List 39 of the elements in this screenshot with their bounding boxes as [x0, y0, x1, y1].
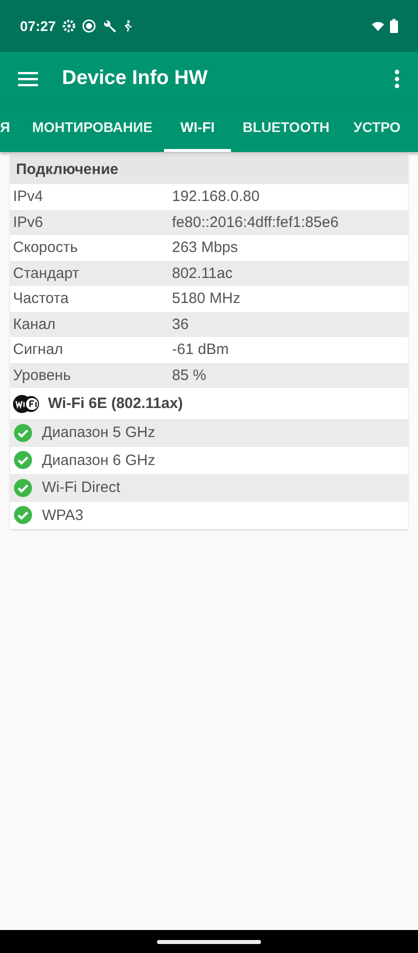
- feature-label: Диапазон 6 GHz: [42, 452, 156, 469]
- row-label: IPv4: [13, 188, 44, 206]
- row-label: Стандарт: [13, 264, 80, 282]
- section-header: Подключение: [10, 155, 408, 184]
- row-value: fe80::2016:4dff:fef1:85e6: [172, 214, 339, 231]
- feature-label: Wi-Fi Direct: [42, 479, 120, 496]
- more-options-icon[interactable]: [394, 68, 400, 88]
- wifi-logo-icon: [13, 394, 40, 412]
- menu-icon[interactable]: [18, 70, 38, 86]
- row-value: 802.11ac: [172, 264, 233, 282]
- row-label: Скорость: [13, 239, 79, 256]
- record-icon: [82, 19, 96, 33]
- row-label: IPv6: [13, 214, 44, 231]
- clock: 07:27: [20, 18, 56, 34]
- tab[interactable]: BLUETOOTH: [230, 105, 342, 152]
- row-value: 36: [172, 316, 189, 333]
- home-handle[interactable]: [157, 940, 261, 944]
- row-label: Частота: [13, 290, 70, 308]
- section-header: Wi-Fi 6E (802.11ax): [48, 395, 183, 412]
- row-value: 192.168.0.80: [172, 188, 260, 206]
- feature-label: Диапазон 5 GHz: [42, 424, 156, 442]
- tab[interactable]: МОНТИРОВАНИЕ: [20, 105, 164, 152]
- tab[interactable]: УСТРО: [342, 105, 413, 152]
- row-value: -61 dBm: [172, 341, 229, 358]
- wifi-icon: [372, 21, 384, 31]
- wrench-icon: [102, 18, 117, 34]
- walking-figure-icon: [122, 20, 133, 32]
- row-value: 5180 MHz: [172, 290, 240, 308]
- app-title: Device Info HW: [62, 67, 209, 90]
- tab[interactable]: Я: [0, 105, 10, 152]
- row-value: 85 %: [172, 366, 206, 384]
- row-label: Уровень: [13, 366, 72, 384]
- tab[interactable]: WI-FI: [164, 105, 231, 152]
- row-label: Сигнал: [13, 341, 64, 358]
- row-value: 263 Mbps: [172, 239, 238, 256]
- gear-icon: [62, 19, 76, 33]
- battery-icon: [390, 19, 398, 33]
- feature-label: WPA3: [42, 506, 84, 524]
- row-label: Канал: [13, 316, 56, 333]
